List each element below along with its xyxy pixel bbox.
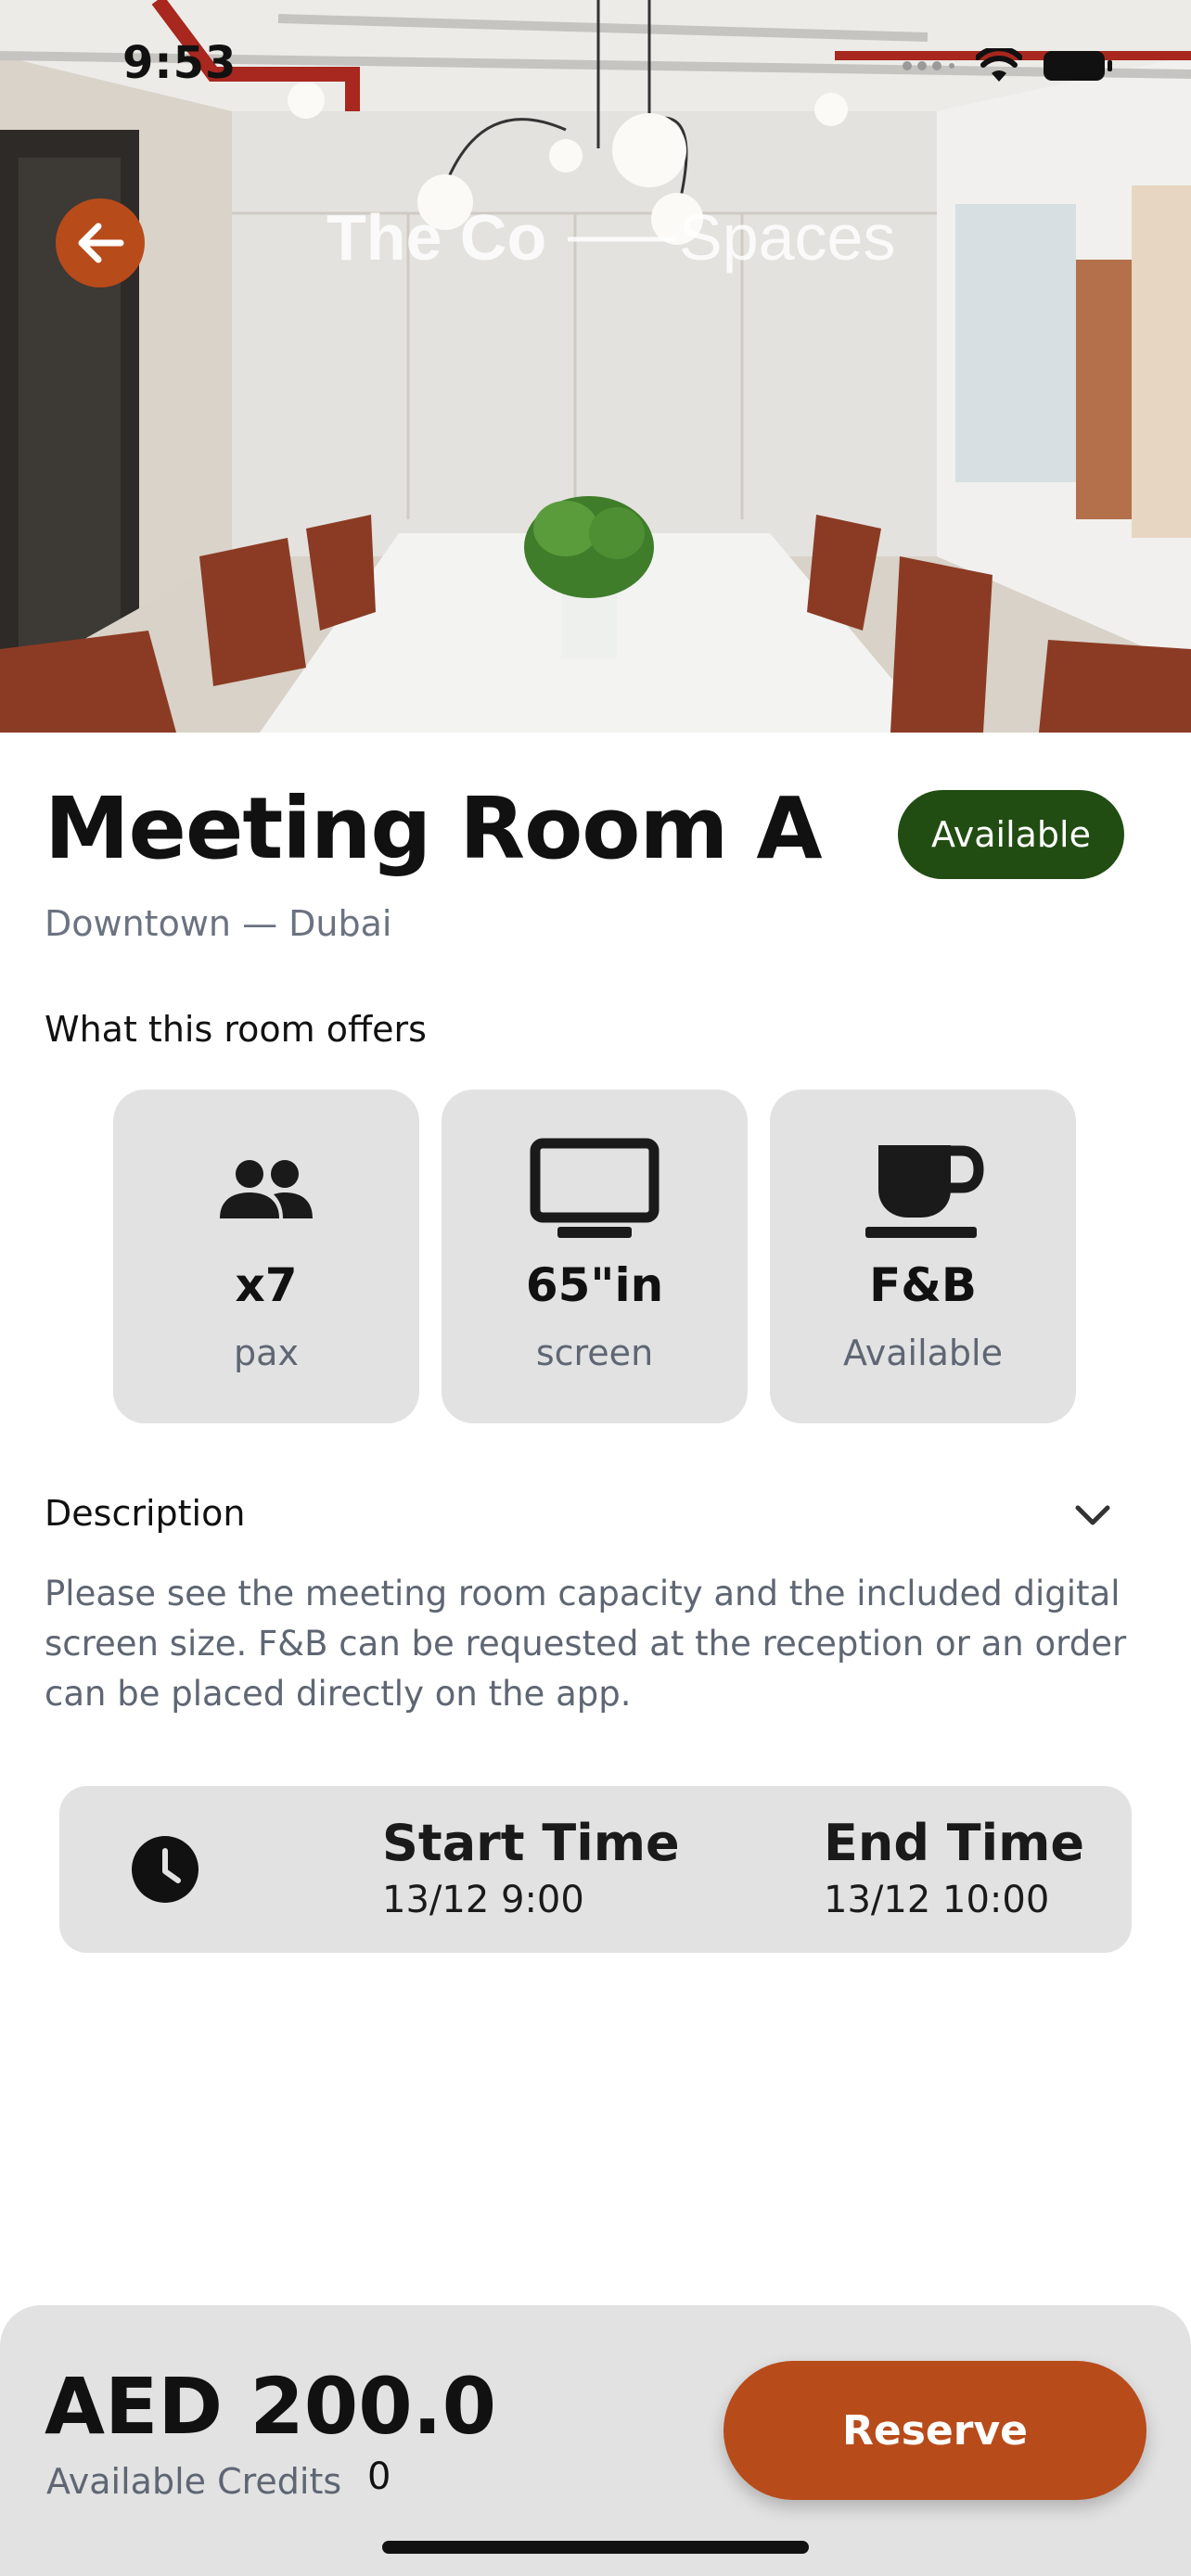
room-photo-illustration: The Co Spaces	[0, 0, 1191, 733]
end-time-label: End Time	[824, 1814, 1085, 1872]
start-time-value[interactable]: 13/12 9:00	[382, 1879, 584, 1921]
back-button[interactable]	[56, 198, 145, 287]
checkout-bar: AED 200.0 Available Credits 0 Reserve	[0, 2305, 1191, 2576]
coffee-cup-icon	[849, 1134, 997, 1245]
description-text: Please see the meeting room capacity and…	[45, 1574, 1127, 1714]
clock-icon	[132, 1836, 198, 1903]
room-location: Downtown — Dubai	[45, 903, 392, 944]
amenity-label: pax	[234, 1333, 299, 1373]
booking-time-panel[interactable]: Start Time 13/12 9:00 End Time 13/12 10:…	[59, 1786, 1132, 1953]
home-indicator[interactable]	[382, 2541, 809, 2554]
room-photo: The Co Spaces 9:53	[0, 0, 1191, 733]
monitor-icon	[520, 1134, 669, 1245]
status-bar-time: 9:53	[122, 37, 237, 89]
chevron-down-icon[interactable]	[1072, 1495, 1113, 1536]
amenity-value: 65"in	[525, 1258, 664, 1312]
amenity-value: x7	[235, 1258, 298, 1312]
status-badge: Available	[898, 790, 1124, 879]
amenity-label: Available	[842, 1333, 1003, 1373]
svg-text:The Co: The Co	[327, 201, 546, 274]
price-total: AED 200.0	[45, 2361, 497, 2452]
reserve-button[interactable]: Reserve	[724, 2361, 1146, 2500]
arrow-left-icon	[78, 223, 124, 263]
credits-value: 0	[367, 2455, 391, 2498]
amenity-label: screen	[535, 1333, 654, 1373]
battery-icon	[1044, 51, 1112, 81]
amenity-list: x7 pax 65"in screen F&B Available	[113, 1090, 1076, 1423]
amenity-card-capacity: x7 pax	[113, 1090, 419, 1423]
people-icon	[192, 1134, 340, 1245]
end-time-value[interactable]: 13/12 10:00	[824, 1879, 1049, 1921]
wifi-icon	[976, 48, 1022, 82]
status-bar-icons	[900, 48, 1113, 83]
amenity-card-screen: 65"in screen	[442, 1090, 748, 1423]
amenity-card-fnb: F&B Available	[770, 1090, 1076, 1423]
signal-icon	[903, 61, 954, 70]
description-heading[interactable]: Description	[45, 1493, 245, 1534]
amenity-value: F&B	[869, 1258, 977, 1312]
credits-label: Available Credits	[46, 2461, 342, 2502]
start-time-label: Start Time	[382, 1814, 680, 1872]
svg-text:Spaces: Spaces	[679, 201, 895, 274]
room-title: Meeting Room A	[45, 779, 823, 878]
offers-heading: What this room offers	[45, 1009, 427, 1050]
